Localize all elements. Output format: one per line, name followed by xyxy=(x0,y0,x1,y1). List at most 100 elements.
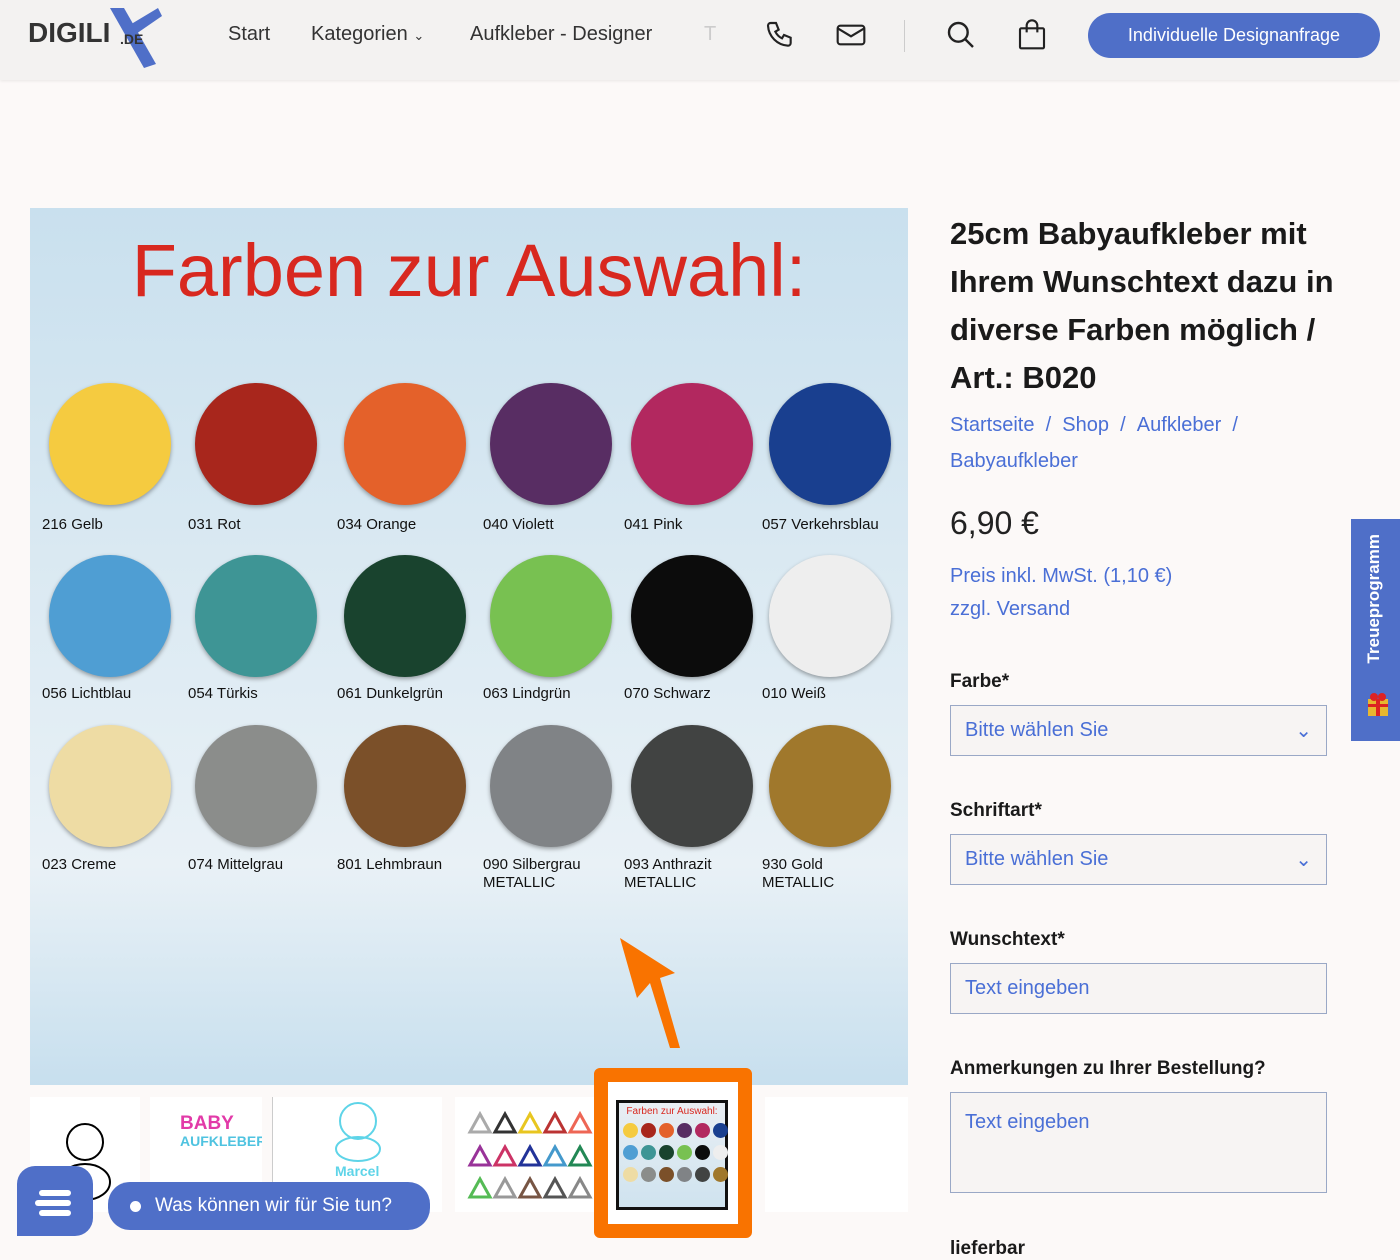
shopping-bag-icon[interactable] xyxy=(1016,18,1048,52)
mini-swatch xyxy=(623,1145,638,1160)
thumb-text: Marcel xyxy=(333,1163,382,1179)
svg-text:DIGILI: DIGILI xyxy=(28,17,110,48)
anmerkungen-placeholder: Text eingeben xyxy=(965,1111,1090,1133)
color-swatch xyxy=(769,555,891,677)
wunschtext-placeholder: Text eingeben xyxy=(965,977,1090,999)
phone-icon[interactable] xyxy=(764,18,796,52)
divider xyxy=(904,20,905,52)
anmerkungen-label: Anmerkungen zu Ihrer Bestellung? xyxy=(950,1058,1266,1079)
svg-text:.DE: .DE xyxy=(120,31,143,47)
thumb-text: Farben zur Auswahl: xyxy=(626,1106,718,1117)
dot-icon xyxy=(130,1200,141,1212)
schriftart-select[interactable]: Bitte wählen Sie ⌄ xyxy=(950,834,1327,885)
stock-status: lieferbar xyxy=(950,1238,1025,1259)
nav-truncated[interactable]: T xyxy=(704,23,716,46)
mini-swatch xyxy=(677,1145,692,1160)
color-swatch-label: 070 Schwarz xyxy=(624,685,711,702)
color-swatch-label: 057 Verkehrsblau xyxy=(762,516,879,533)
gift-icon xyxy=(1368,693,1388,716)
design-request-button[interactable]: Individuelle Designanfrage xyxy=(1088,13,1380,58)
loyalty-program-tab[interactable]: Treueprogramm xyxy=(1351,519,1400,741)
color-swatch xyxy=(344,555,466,677)
separator: / xyxy=(1109,414,1137,436)
color-swatch xyxy=(631,725,753,847)
search-icon[interactable] xyxy=(945,18,977,52)
chat-message: Was können wir für Sie tun? xyxy=(155,1195,392,1216)
thumbnail[interactable] xyxy=(455,1097,595,1212)
nav-kategorien-label: Kategorien xyxy=(311,23,408,45)
thumb-text: BABY xyxy=(180,1113,234,1134)
price: 6,90 € xyxy=(950,505,1039,541)
color-swatch xyxy=(631,383,753,505)
color-swatch-label: 034 Orange xyxy=(337,516,417,533)
color-swatch-label: 061 Dunkelgrün xyxy=(337,685,443,702)
chevron-down-icon: ⌄ xyxy=(413,28,425,43)
mini-swatch xyxy=(623,1167,638,1182)
color-swatch-label: 063 Lindgrün xyxy=(483,685,571,702)
color-swatch-label: 801 Lehmbraun xyxy=(337,856,443,873)
color-swatch xyxy=(49,383,171,505)
color-swatch xyxy=(49,555,171,677)
color-swatch-label: 031 Rot xyxy=(188,516,241,533)
color-swatch xyxy=(490,555,612,677)
logo[interactable]: DIGILI .DE xyxy=(28,4,163,68)
mini-swatch xyxy=(659,1145,674,1160)
color-swatch-label: 010 Weiß xyxy=(762,685,826,702)
color-swatch xyxy=(195,555,317,677)
color-swatch-label: 216 Gelb xyxy=(42,516,103,533)
color-swatch-label: 090 Silbergrau METALLIC xyxy=(483,856,581,891)
color-swatch-label: 056 Lichtblau xyxy=(42,685,132,702)
breadcrumb-babyaufkleber[interactable]: Babyaufkleber xyxy=(950,450,1078,472)
nav-aufkleber-designer[interactable]: Aufkleber - Designer xyxy=(470,23,652,46)
color-swatch xyxy=(490,383,612,505)
breadcrumb: Startseite / Shop / Aufkleber / Babyaufk… xyxy=(950,408,1330,480)
nav-kategorien[interactable]: Kategorien ⌄ xyxy=(311,23,424,46)
mini-swatch xyxy=(713,1145,728,1160)
breadcrumb-aufkleber[interactable]: Aufkleber xyxy=(1137,414,1222,436)
color-swatch-label: 023 Creme xyxy=(42,856,117,873)
mini-swatch xyxy=(677,1167,692,1182)
color-swatch xyxy=(344,725,466,847)
mini-swatch xyxy=(695,1123,710,1138)
separator: / xyxy=(1221,414,1250,436)
mini-swatch xyxy=(713,1167,728,1182)
color-swatch xyxy=(631,555,753,677)
farbe-value: Bitte wählen Sie xyxy=(965,719,1109,741)
mini-swatch xyxy=(641,1123,656,1138)
color-swatch-label: 040 Violett xyxy=(483,516,554,533)
color-swatch-label: 074 Mittelgrau xyxy=(188,856,284,873)
color-swatch xyxy=(195,725,317,847)
thumbnail[interactable] xyxy=(765,1097,908,1212)
product-main-image[interactable]: Farben zur Auswahl: 216 Gelb 031 Rot 034 O… xyxy=(30,208,908,1085)
shipping-link[interactable]: zzgl. Versand xyxy=(950,598,1070,621)
mini-swatch xyxy=(641,1167,656,1182)
color-swatch-label: 093 Anthrazit METALLIC xyxy=(624,856,712,891)
anmerkungen-textarea[interactable]: Text eingeben xyxy=(950,1092,1327,1193)
wunschtext-input[interactable]: Text eingeben xyxy=(950,963,1327,1014)
nav-start[interactable]: Start xyxy=(228,23,270,46)
chevron-down-icon: ⌄ xyxy=(1295,720,1312,742)
thumb-text: AUFKLEBER xyxy=(180,1133,262,1149)
mini-swatch xyxy=(641,1145,656,1160)
menu-icon xyxy=(35,1190,71,1216)
color-swatch-label: 041 Pink xyxy=(624,516,683,533)
color-swatch xyxy=(490,725,612,847)
mini-swatch xyxy=(677,1123,692,1138)
color-swatch-label: 054 Türkis xyxy=(188,685,258,702)
chat-prompt[interactable]: Was können wir für Sie tun? xyxy=(108,1182,430,1230)
color-swatch xyxy=(769,383,891,505)
farbe-select[interactable]: Bitte wählen Sie ⌄ xyxy=(950,705,1327,756)
farbe-label: Farbe* xyxy=(950,671,1010,692)
mini-swatch xyxy=(695,1145,710,1160)
product-title: 25cm Babyaufkleber mit Ihrem Wunschtext … xyxy=(950,216,1334,395)
triangle-swatches-icon xyxy=(467,1110,593,1199)
mail-icon[interactable] xyxy=(835,18,867,52)
breadcrumb-shop[interactable]: Shop xyxy=(1062,414,1109,436)
mini-swatch xyxy=(695,1167,710,1182)
thumbnail-selected[interactable]: Farben zur Auswahl: xyxy=(594,1068,752,1238)
breadcrumb-startseite[interactable]: Startseite xyxy=(950,414,1034,436)
chat-button[interactable] xyxy=(17,1166,93,1236)
mini-swatch xyxy=(713,1123,728,1138)
mini-swatch xyxy=(659,1167,674,1182)
schriftart-label: Schriftart* xyxy=(950,800,1042,821)
